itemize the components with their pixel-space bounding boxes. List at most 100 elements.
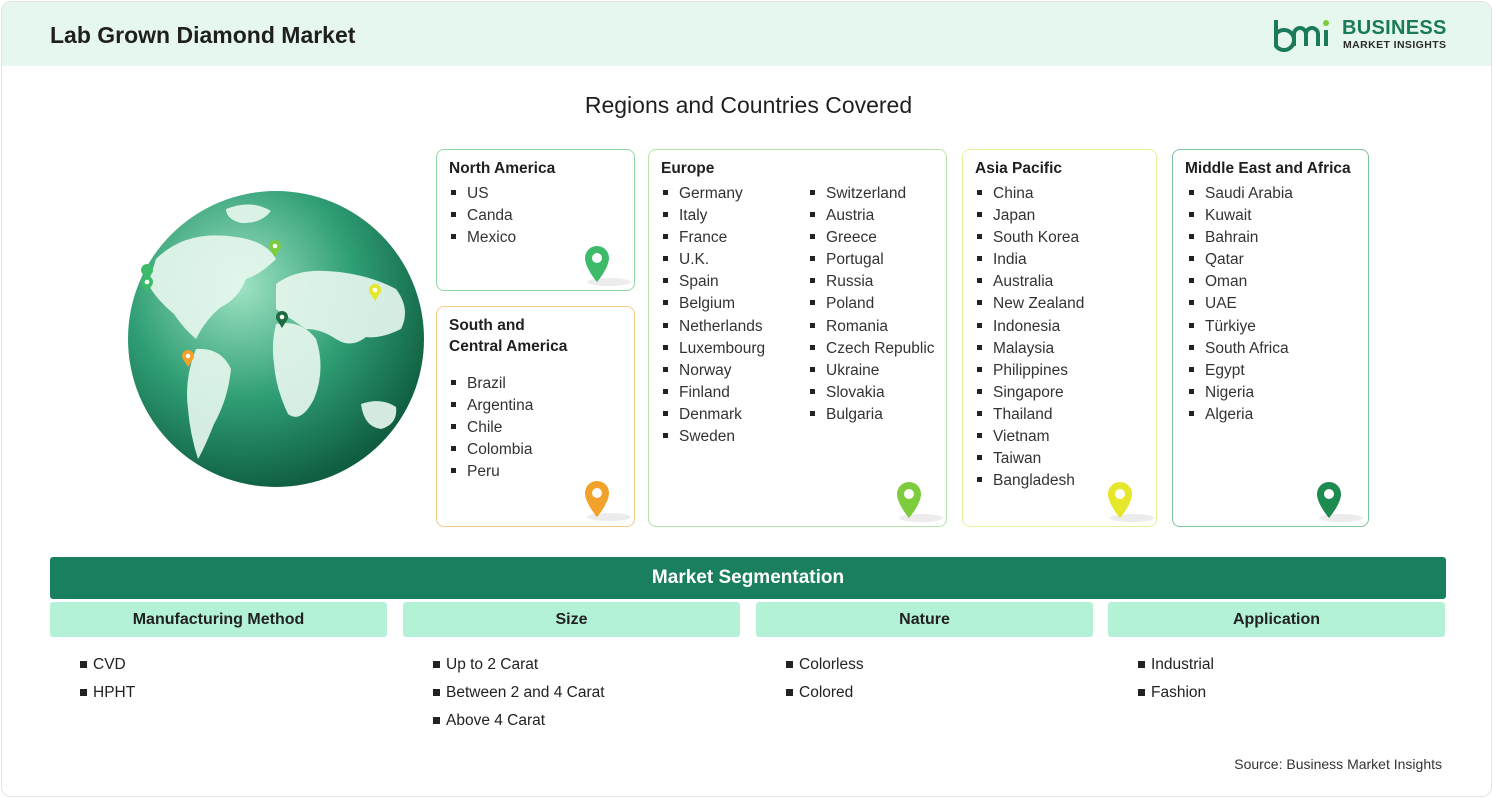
list-item: Industrial	[1138, 651, 1445, 679]
segment-header: Application	[1108, 602, 1445, 637]
list-item: Czech Republic	[810, 338, 935, 360]
list-item: Australia	[977, 271, 1084, 293]
list-item: Qatar	[1189, 249, 1293, 271]
page-title: Lab Grown Diamond Market	[50, 22, 356, 48]
list-item: CVD	[80, 651, 387, 679]
list-item: Brazil	[451, 373, 533, 395]
list-item: Chile	[451, 417, 533, 439]
list-item: Algeria	[1189, 404, 1293, 426]
region-title-line-1: South and	[449, 317, 525, 334]
logo-line-2: MARKET INSIGHTS	[1343, 39, 1447, 51]
list-item: Türkiye	[1189, 316, 1293, 338]
list-item: US	[451, 183, 516, 205]
list-item: India	[977, 249, 1084, 271]
list-item: Spain	[663, 271, 765, 293]
list-item: South Africa	[1189, 338, 1293, 360]
list-item: Luxembourg	[663, 338, 765, 360]
list-item: Indonesia	[977, 316, 1084, 338]
region-title: North America	[449, 160, 556, 177]
list-item: China	[977, 183, 1084, 205]
list-item: Argentina	[451, 395, 533, 417]
list-item: South Korea	[977, 227, 1084, 249]
list-item: Canda	[451, 205, 516, 227]
list-item: Japan	[977, 205, 1084, 227]
list-item: Finland	[663, 382, 765, 404]
list-item: Nigeria	[1189, 382, 1293, 404]
list-item: Fashion	[1138, 679, 1445, 707]
list-item: Mexico	[451, 227, 516, 249]
list-item: Bangladesh	[977, 470, 1084, 492]
country-list: Brazil Argentina Chile Colombia Peru	[451, 373, 533, 483]
list-item: Switzerland	[810, 183, 935, 205]
segment-header: Manufacturing Method	[50, 602, 387, 637]
location-pin-icon	[585, 481, 631, 521]
list-item: Philippines	[977, 360, 1084, 382]
region-title: Europe	[661, 160, 715, 177]
location-pin-icon	[1317, 482, 1363, 522]
region-title: Asia Pacific	[975, 160, 1063, 177]
segment-header: Size	[403, 602, 740, 637]
list-item: Kuwait	[1189, 205, 1293, 227]
list-item: Sweden	[663, 426, 765, 448]
location-pin-icon	[897, 482, 943, 522]
list-item: Colombia	[451, 439, 533, 461]
brand-logo: BUSINESS MARKET INSIGHTS	[1272, 16, 1452, 56]
section-title: Regions and Countries Covered	[584, 92, 913, 118]
list-item: Vietnam	[977, 426, 1084, 448]
list-item: Taiwan	[977, 448, 1084, 470]
list-item: Peru	[451, 461, 533, 483]
list-item: Ukraine	[810, 360, 935, 382]
list-item: UAE	[1189, 293, 1293, 315]
region-title-line-2: Central America	[449, 338, 568, 355]
list-item: Egypt	[1189, 360, 1293, 382]
list-item: U.K.	[663, 249, 765, 271]
list-item: Between 2 and 4 Carat	[433, 679, 740, 707]
location-pin-icon	[1108, 482, 1154, 522]
segment-header: Nature	[756, 602, 1093, 637]
list-item: Germany	[663, 183, 765, 205]
location-pin-icon	[585, 246, 631, 286]
segment-list: CVD HPHT	[50, 651, 387, 707]
segmentation-title: Market Segmentation	[50, 557, 1446, 599]
country-list: US Canda Mexico	[451, 183, 516, 249]
list-item: France	[663, 227, 765, 249]
segment-application: Application Industrial Fashion	[1108, 602, 1445, 707]
country-list-col-2: Switzerland Austria Greece Portugal Russ…	[810, 183, 935, 426]
list-item: Malaysia	[977, 338, 1084, 360]
list-item: Norway	[663, 360, 765, 382]
list-item: Portugal	[810, 249, 935, 271]
header: Lab Grown Diamond Market BUSINESS MARKET…	[2, 2, 1491, 66]
segment-list: Colorless Colored	[756, 651, 1093, 707]
list-item: Colored	[786, 679, 1093, 707]
segment-manufacturing-method: Manufacturing Method CVD HPHT	[50, 602, 387, 707]
region-card-asia-pacific: Asia Pacific China Japan South Korea Ind…	[962, 149, 1157, 527]
list-item: Saudi Arabia	[1189, 183, 1293, 205]
country-list: Saudi Arabia Kuwait Bahrain Qatar Oman U…	[1189, 183, 1293, 426]
segment-nature: Nature Colorless Colored	[756, 602, 1093, 707]
bmi-logo-icon	[1274, 20, 1329, 52]
region-card-middle-east-africa: Middle East and Africa Saudi Arabia Kuwa…	[1172, 149, 1369, 527]
region-card-south-central-america: South and Central America Brazil Argenti…	[436, 306, 635, 527]
list-item: Bahrain	[1189, 227, 1293, 249]
source-note: Source: Business Market Insights	[1234, 756, 1442, 772]
list-item: Above 4 Carat	[433, 707, 740, 735]
region-card-north-america: North America US Canda Mexico	[436, 149, 635, 291]
list-item: Italy	[663, 205, 765, 227]
infographic-frame: Lab Grown Diamond Market BUSINESS MARKET…	[1, 1, 1492, 797]
list-item: New Zealand	[977, 293, 1084, 315]
region-title: Middle East and Africa	[1185, 160, 1351, 177]
list-item: Romania	[810, 316, 935, 338]
list-item: Belgium	[663, 293, 765, 315]
region-title: South and Central America	[449, 315, 567, 357]
region-card-europe: Europe Germany Italy France U.K. Spain B…	[648, 149, 947, 527]
list-item: Netherlands	[663, 316, 765, 338]
segment-list: Up to 2 Carat Between 2 and 4 Carat Abov…	[403, 651, 740, 735]
list-item: Denmark	[663, 404, 765, 426]
list-item: Russia	[810, 271, 935, 293]
list-item: Bulgaria	[810, 404, 935, 426]
list-item: Colorless	[786, 651, 1093, 679]
logo-line-1: BUSINESS	[1342, 17, 1447, 39]
list-item: Thailand	[977, 404, 1084, 426]
list-item: Slovakia	[810, 382, 935, 404]
country-list-col-1: Germany Italy France U.K. Spain Belgium …	[663, 183, 765, 448]
